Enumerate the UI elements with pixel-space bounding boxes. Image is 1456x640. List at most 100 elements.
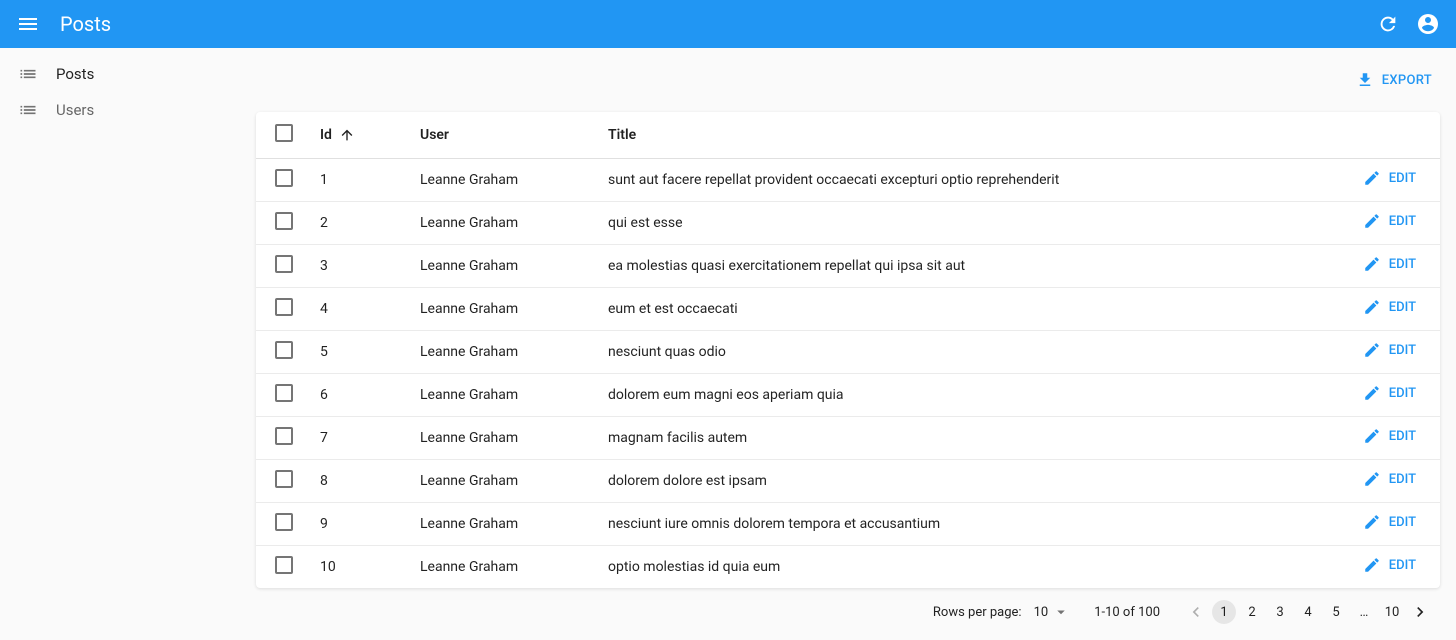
row-checkbox[interactable] xyxy=(275,341,293,359)
sidebar-item-users[interactable]: Users xyxy=(0,92,240,128)
edit-label: EDIT xyxy=(1389,214,1416,229)
column-label: Title xyxy=(608,127,636,143)
cell-title: dolorem eum magni eos aperiam quia xyxy=(592,374,1320,417)
row-checkbox[interactable] xyxy=(275,169,293,187)
next-page-button[interactable] xyxy=(1408,600,1432,624)
column-label: Id xyxy=(320,127,332,143)
chevron-left-icon xyxy=(1186,602,1206,622)
column-label: User xyxy=(420,127,449,143)
edit-label: EDIT xyxy=(1389,472,1416,487)
page-number-4[interactable]: 4 xyxy=(1296,600,1320,624)
page-number-3[interactable]: 3 xyxy=(1268,600,1292,624)
pencil-icon xyxy=(1363,513,1381,531)
edit-label: EDIT xyxy=(1389,300,1416,315)
edit-button[interactable]: EDIT xyxy=(1363,255,1416,273)
page-title: Posts xyxy=(60,12,1376,36)
table-row[interactable]: 6Leanne Grahamdolorem eum magni eos aper… xyxy=(256,374,1440,417)
cell-title: magnam facilis autem xyxy=(592,417,1320,460)
cell-user: Leanne Graham xyxy=(404,460,592,503)
row-checkbox[interactable] xyxy=(275,298,293,316)
select-all-header xyxy=(256,112,304,159)
edit-label: EDIT xyxy=(1389,343,1416,358)
table-row[interactable]: 1Leanne Grahamsunt aut facere repellat p… xyxy=(256,159,1440,202)
pencil-icon xyxy=(1363,212,1381,230)
row-checkbox[interactable] xyxy=(275,255,293,273)
edit-button[interactable]: EDIT xyxy=(1363,513,1416,531)
edit-button[interactable]: EDIT xyxy=(1363,212,1416,230)
previous-page-button[interactable] xyxy=(1184,600,1208,624)
page-number-10[interactable]: 10 xyxy=(1380,600,1404,624)
pencil-icon xyxy=(1363,169,1381,187)
account-button[interactable] xyxy=(1416,12,1440,36)
main-content: EXPORT Id xyxy=(240,48,1456,640)
column-header-id[interactable]: Id xyxy=(304,112,404,159)
edit-button[interactable]: EDIT xyxy=(1363,427,1416,445)
row-checkbox[interactable] xyxy=(275,384,293,402)
row-checkbox[interactable] xyxy=(275,556,293,574)
cell-title: optio molestias id quia eum xyxy=(592,546,1320,589)
cell-id: 4 xyxy=(304,288,404,331)
row-checkbox[interactable] xyxy=(275,470,293,488)
pencil-icon xyxy=(1363,556,1381,574)
table-row[interactable]: 8Leanne Grahamdolorem dolore est ipsamED… xyxy=(256,460,1440,503)
row-checkbox[interactable] xyxy=(275,427,293,445)
refresh-icon xyxy=(1377,13,1399,35)
account-circle-icon xyxy=(1416,12,1440,36)
table-row[interactable]: 10Leanne Grahamoptio molestias id quia e… xyxy=(256,546,1440,589)
cell-title: sunt aut facere repellat provident occae… xyxy=(592,159,1320,202)
export-button[interactable]: EXPORT xyxy=(1348,65,1440,95)
page-number-2[interactable]: 2 xyxy=(1240,600,1264,624)
column-header-actions xyxy=(1320,112,1440,159)
table-row[interactable]: 5Leanne Grahamnesciunt quas odioEDIT xyxy=(256,331,1440,374)
edit-label: EDIT xyxy=(1389,257,1416,272)
pencil-icon xyxy=(1363,341,1381,359)
sidebar: Posts Users xyxy=(0,48,240,640)
refresh-button[interactable] xyxy=(1376,12,1400,36)
edit-button[interactable]: EDIT xyxy=(1363,298,1416,316)
rows-per-page-value: 10 xyxy=(1034,605,1049,620)
select-all-checkbox[interactable] xyxy=(275,124,293,142)
list-icon xyxy=(16,62,40,86)
edit-label: EDIT xyxy=(1389,429,1416,444)
table-row[interactable]: 3Leanne Grahamea molestias quasi exercit… xyxy=(256,245,1440,288)
table-row[interactable]: 2Leanne Grahamqui est esseEDIT xyxy=(256,202,1440,245)
pencil-icon xyxy=(1363,427,1381,445)
edit-button[interactable]: EDIT xyxy=(1363,341,1416,359)
pagination-range: 1-10 of 100 xyxy=(1094,605,1160,620)
menu-toggle-button[interactable] xyxy=(16,12,40,36)
cell-user: Leanne Graham xyxy=(404,331,592,374)
cell-title: eum et est occaecati xyxy=(592,288,1320,331)
table-row[interactable]: 4Leanne Grahameum et est occaecatiEDIT xyxy=(256,288,1440,331)
edit-label: EDIT xyxy=(1389,515,1416,530)
edit-button[interactable]: EDIT xyxy=(1363,169,1416,187)
column-header-user[interactable]: User xyxy=(404,112,592,159)
cell-id: 1 xyxy=(304,159,404,202)
data-table: Id User Title 1Lean xyxy=(256,112,1440,588)
edit-button[interactable]: EDIT xyxy=(1363,470,1416,488)
edit-button[interactable]: EDIT xyxy=(1363,556,1416,574)
column-header-title[interactable]: Title xyxy=(592,112,1320,159)
pagination: Rows per page: 10 1-10 of 100 12345…10 xyxy=(256,588,1440,624)
rows-per-page-select[interactable]: 10 xyxy=(1034,603,1071,621)
sidebar-item-posts[interactable]: Posts xyxy=(0,56,240,92)
list-toolbar: EXPORT xyxy=(256,48,1440,112)
page-number-5[interactable]: 5 xyxy=(1324,600,1348,624)
page-number-1[interactable]: 1 xyxy=(1212,600,1236,624)
cell-id: 2 xyxy=(304,202,404,245)
table-row[interactable]: 9Leanne Grahamnesciunt iure omnis dolore… xyxy=(256,503,1440,546)
table-row[interactable]: 7Leanne Grahammagnam facilis autemEDIT xyxy=(256,417,1440,460)
sort-ascending-icon xyxy=(339,127,355,143)
cell-id: 10 xyxy=(304,546,404,589)
app-header: Posts xyxy=(0,0,1456,48)
page-nav: 12345…10 xyxy=(1184,600,1432,624)
cell-user: Leanne Graham xyxy=(404,503,592,546)
row-checkbox[interactable] xyxy=(275,513,293,531)
edit-label: EDIT xyxy=(1389,558,1416,573)
edit-button[interactable]: EDIT xyxy=(1363,384,1416,402)
cell-user: Leanne Graham xyxy=(404,159,592,202)
cell-title: ea molestias quasi exercitationem repell… xyxy=(592,245,1320,288)
cell-user: Leanne Graham xyxy=(404,546,592,589)
row-checkbox[interactable] xyxy=(275,212,293,230)
cell-user: Leanne Graham xyxy=(404,202,592,245)
edit-label: EDIT xyxy=(1389,386,1416,401)
